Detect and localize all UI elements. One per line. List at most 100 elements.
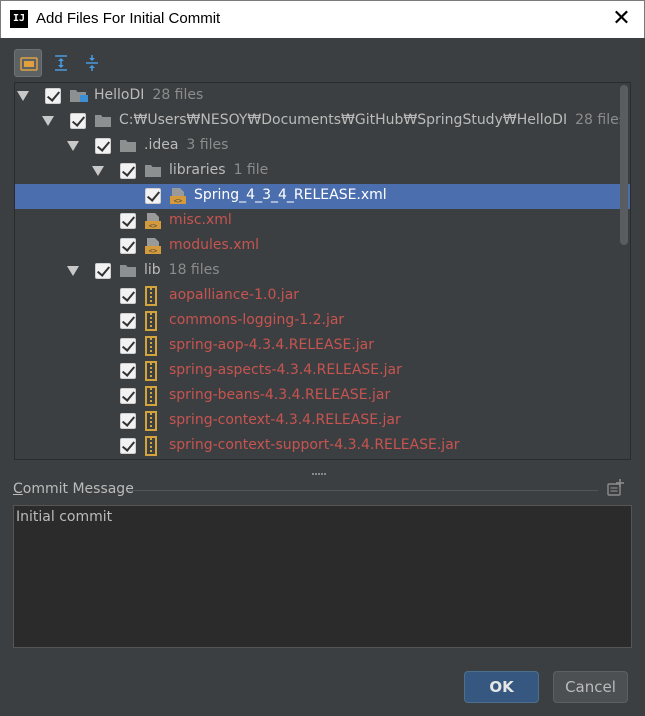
expand-arrow-icon[interactable]	[17, 91, 29, 101]
commit-message-label: Commit Message	[13, 481, 134, 497]
tree-scrollbar[interactable]	[620, 85, 628, 245]
tree-item-label: libraries 1 file	[169, 162, 268, 178]
include-checkbox[interactable]	[120, 163, 136, 179]
group-by-directory-icon	[20, 57, 38, 71]
expand-all-icon	[55, 55, 67, 71]
jar-file-icon	[144, 336, 162, 356]
include-checkbox[interactable]	[95, 263, 111, 279]
group-by-directory-button[interactable]	[14, 49, 42, 77]
tree-folder-row[interactable]: C:₩Users₩NESOY₩Documents₩GitHub₩SpringSt…	[15, 109, 630, 134]
expand-arrow-icon[interactable]	[42, 116, 54, 126]
tree-item-name: spring-context-support-4.3.4.RELEASE.jar	[169, 437, 460, 453]
tree-file-row[interactable]: spring-context-support-4.3.4.RELEASE.jar	[15, 434, 630, 459]
jar-file-icon	[144, 436, 162, 456]
tree-item-name: spring-aspects-4.3.4.RELEASE.jar	[169, 362, 402, 378]
intellij-logo-icon: IJ	[10, 10, 28, 28]
tree-item-label: spring-aop-4.3.4.RELEASE.jar	[169, 337, 374, 353]
changes-tree[interactable]: HelloDI 28 files C:₩Users₩NESOY₩Documents₩…	[14, 82, 631, 460]
include-checkbox[interactable]	[95, 138, 111, 154]
folder-icon	[119, 138, 137, 155]
tree-file-row[interactable]: <> Spring_4_3_4_RELEASE.xml	[15, 184, 630, 209]
tree-item-label: aopalliance-1.0.jar	[169, 287, 299, 303]
tree-item-name: HelloDI	[94, 87, 145, 103]
include-checkbox[interactable]	[120, 313, 136, 329]
expand-all-button[interactable]	[47, 49, 75, 77]
file-count: 1 file	[233, 162, 269, 178]
tree-item-name: spring-aop-4.3.4.RELEASE.jar	[169, 337, 374, 353]
include-checkbox[interactable]	[70, 113, 86, 129]
commit-history-button[interactable]	[606, 478, 626, 502]
include-checkbox[interactable]	[120, 213, 136, 229]
tree-item-label: C:₩Users₩NESOY₩Documents₩GitHub₩SpringSt…	[119, 112, 626, 128]
tree-folder-row[interactable]: HelloDI 28 files	[15, 84, 630, 109]
file-count: 28 files	[152, 87, 204, 103]
jar-file-icon	[144, 311, 162, 331]
tree-item-label: spring-context-support-4.3.4.RELEASE.jar	[169, 437, 460, 453]
file-count: 28 files	[575, 112, 626, 128]
jar-file-icon	[144, 286, 162, 306]
tree-file-row[interactable]: spring-context-4.3.4.RELEASE.jar	[15, 409, 630, 434]
tree-folder-row[interactable]: .idea 3 files	[15, 134, 630, 159]
tree-folder-row[interactable]: libraries 1 file	[15, 159, 630, 184]
tree-file-row[interactable]: spring-aop-4.3.4.RELEASE.jar	[15, 334, 630, 359]
commit-history-icon	[607, 479, 624, 496]
file-count: 3 files	[186, 137, 229, 153]
splitter-handle[interactable]	[312, 463, 332, 475]
include-checkbox[interactable]	[120, 413, 136, 429]
cancel-button[interactable]: Cancel	[553, 671, 628, 703]
tree-file-row[interactable]: aopalliance-1.0.jar	[15, 284, 630, 309]
tree-item-name: spring-context-4.3.4.RELEASE.jar	[169, 412, 401, 428]
include-checkbox[interactable]	[145, 188, 161, 204]
module-folder-icon	[69, 88, 88, 105]
include-checkbox[interactable]	[120, 438, 136, 454]
include-checkbox[interactable]	[120, 288, 136, 304]
commit-message-field[interactable]: Initial commit	[13, 505, 632, 648]
tree-item-name: libraries	[169, 162, 226, 178]
tree-item-name: .idea	[144, 137, 179, 153]
xml-file-icon: <>	[144, 237, 162, 255]
include-checkbox[interactable]	[120, 388, 136, 404]
tree-item-name: commons-logging-1.2.jar	[169, 312, 345, 328]
svg-text:<>: <>	[149, 247, 157, 255]
include-checkbox[interactable]	[120, 363, 136, 379]
tree-item-name: spring-beans-4.3.4.RELEASE.jar	[169, 387, 391, 403]
include-checkbox[interactable]	[120, 338, 136, 354]
tree-file-row[interactable]: spring-aspects-4.3.4.RELEASE.jar	[15, 359, 630, 384]
tree-item-label: spring-aspects-4.3.4.RELEASE.jar	[169, 362, 402, 378]
commit-message-text[interactable]: Initial commit	[16, 509, 112, 525]
ok-button[interactable]: OK	[464, 671, 539, 703]
tree-item-name: C:₩Users₩NESOY₩Documents₩GitHub₩SpringSt…	[119, 112, 568, 128]
jar-file-icon	[144, 361, 162, 381]
tree-item-label: modules.xml	[169, 237, 259, 253]
tree-item-label: HelloDI 28 files	[94, 87, 203, 103]
tree-item-label: Spring_4_3_4_RELEASE.xml	[194, 187, 387, 203]
tree-item-name: modules.xml	[169, 237, 260, 253]
tree-item-name: aopalliance-1.0.jar	[169, 287, 300, 303]
jar-file-icon	[144, 411, 162, 431]
tree-item-name: misc.xml	[169, 212, 232, 228]
tree-item-name: Spring_4_3_4_RELEASE.xml	[194, 187, 387, 203]
tree-item-label: commons-logging-1.2.jar	[169, 312, 344, 328]
xml-file-icon: <>	[144, 212, 162, 230]
expand-arrow-icon[interactable]	[67, 266, 79, 276]
tree-item-label: spring-beans-4.3.4.RELEASE.jar	[169, 387, 390, 403]
tree-folder-row[interactable]: lib 18 files	[15, 259, 630, 284]
title-bar: IJ Add Files For Initial Commit ✕	[0, 0, 645, 38]
expand-arrow-icon[interactable]	[67, 141, 79, 151]
tree-file-row[interactable]: <> misc.xml	[15, 209, 630, 234]
expand-arrow-icon[interactable]	[92, 166, 104, 176]
tree-item-label: .idea 3 files	[144, 137, 228, 153]
include-checkbox[interactable]	[120, 238, 136, 254]
tree-file-row[interactable]: spring-beans-4.3.4.RELEASE.jar	[15, 384, 630, 409]
tree-file-row[interactable]: commons-logging-1.2.jar	[15, 309, 630, 334]
file-count: 18 files	[168, 262, 220, 278]
include-checkbox[interactable]	[45, 88, 61, 104]
svg-text:<>: <>	[174, 197, 182, 205]
close-button[interactable]: ✕	[599, 1, 644, 39]
tree-item-label: spring-context-4.3.4.RELEASE.jar	[169, 412, 401, 428]
collapse-all-button[interactable]	[78, 49, 106, 77]
tree-item-label: lib 18 files	[144, 262, 220, 278]
tree-file-row[interactable]: <> modules.xml	[15, 234, 630, 259]
tree-item-name: lib	[144, 262, 161, 278]
separator-line	[129, 490, 598, 491]
